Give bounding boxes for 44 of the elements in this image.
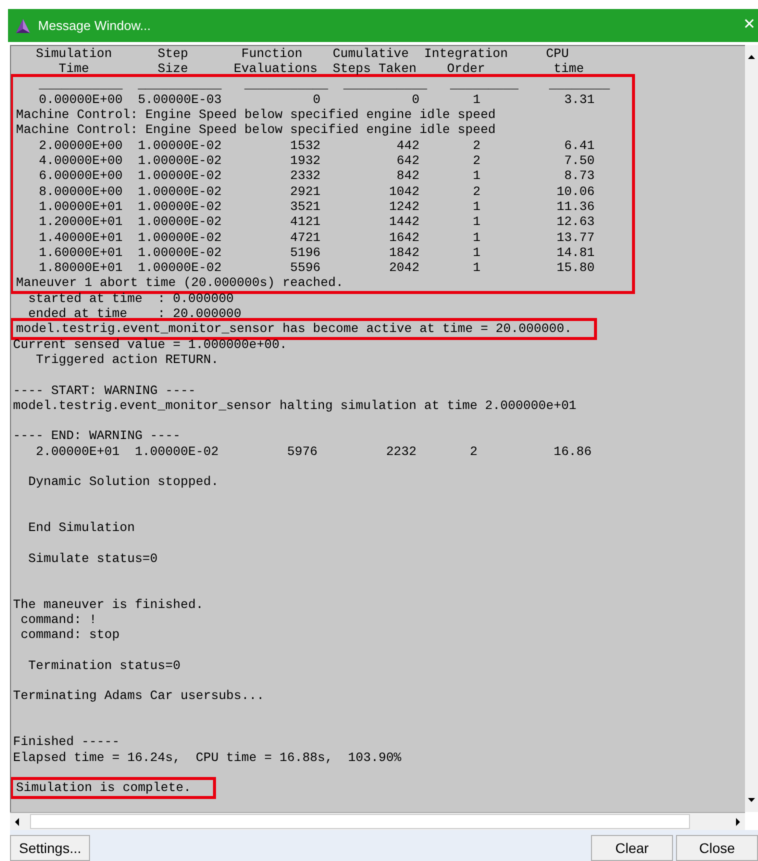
log-line: Machine Control: Engine Speed below specified engine idle speed	[16, 122, 496, 138]
app-logo-icon	[14, 16, 32, 34]
log-line: Time Size Evaluations Steps Taken Order time	[58, 61, 584, 76]
log-line: Machine Control: Engine Speed below specified engine idle speed	[16, 107, 496, 122]
log-line: started at time : 0.000000	[27, 290, 234, 306]
log-line: 1.80000E+01 1.00000E-02 5596 2042 1 15.80	[38, 260, 595, 276]
dialog-button[interactable]: Close	[676, 835, 758, 861]
log-line: command: stop	[20, 627, 120, 642]
log-line: 2.00000E+01 1.00000E-02 5976 2232 2 16.86	[34, 444, 592, 459]
log-line: 6.00000E+00 1.00000E-02 2332 842 1 8.73	[38, 168, 595, 184]
log-line: Termination status=0	[27, 658, 181, 673]
log-line: 1.20000E+01 1.00000E-02 4121 1442 1 12.63	[38, 214, 595, 230]
log-line: Simulate status=0	[27, 550, 158, 566]
log-line: Current sensed value = 1.000000e+00.	[13, 336, 288, 352]
log-line: Simulation is complete.	[16, 780, 192, 796]
dialog-button[interactable]: Settings...	[10, 835, 90, 861]
log-line: Elapsed time = 16.24s, CPU time = 16.88s, 103.90%	[13, 750, 402, 765]
log-line: model.testrig.event_monitor_sensor has become active at time = 20.000000.	[16, 321, 572, 336]
log-line: 2.00000E+00 1.00000E-02 1532 442 2 6.41	[38, 138, 595, 153]
log-line: Triggered action RETURN.	[34, 352, 219, 367]
scrollbar-thumb[interactable]	[30, 814, 690, 829]
log-line: 1.60000E+01 1.00000E-02 5196 1842 1 14.81	[38, 244, 595, 260]
log-line: Finished -----	[13, 734, 120, 750]
log-line: 1.40000E+01 1.00000E-02 4721 1642 1 13.77	[38, 230, 595, 245]
log-line: End Simulation	[27, 520, 135, 536]
horizontal-scrollbar[interactable]	[10, 812, 745, 830]
vertical-scrollbar[interactable]	[745, 45, 758, 812]
log-line: The maneuver is finished.	[13, 596, 204, 612]
log-line: ___________ ___________ ___________ ___________ _________ ________	[38, 76, 610, 92]
window-title: Message Window...	[38, 16, 151, 35]
log-line: Dynamic Solution stopped.	[27, 474, 219, 490]
log-line: ---- END: WARNING ----	[13, 428, 181, 444]
log-line: Terminating Adams Car usersubs...	[13, 688, 264, 704]
log-line: ended at time : 20.000000	[27, 306, 242, 322]
log-line: Simulation Step Function Cumulative Integration CPU	[34, 46, 569, 61]
log-line: 0.00000E+00 5.00000E-03 0 0 1 3.31	[38, 92, 595, 107]
log-line: command: !	[20, 612, 97, 627]
dialog-button[interactable]: Clear	[591, 835, 673, 861]
log-line: 4.00000E+00 1.00000E-02 1932 642 2 7.50	[38, 153, 595, 168]
log-line: 1.00000E+01 1.00000E-02 3521 1242 1 11.36	[38, 198, 595, 214]
log-line: Maneuver 1 abort time (20.000000s) reached.	[16, 275, 344, 290]
log-line: ---- START: WARNING ----	[13, 382, 196, 398]
log-line: 8.00000E+00 1.00000E-02 2921 1042 2 10.06	[38, 184, 595, 199]
log-line: model.testrig.event_monitor_sensor halting simulation at time 2.000000e+01	[13, 398, 576, 413]
